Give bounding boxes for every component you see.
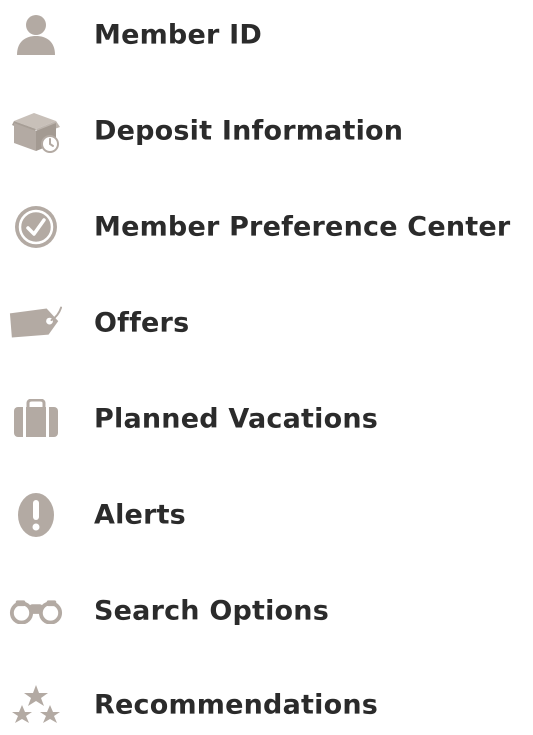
account-menu: Member ID Deposit Information Member Pre xyxy=(0,0,533,723)
menu-item-recommendations[interactable]: Recommendations xyxy=(0,675,533,735)
menu-item-label: Offers xyxy=(94,307,190,339)
menu-item-offers[interactable]: Offers xyxy=(0,293,533,353)
exclamation-icon xyxy=(8,491,64,539)
person-icon xyxy=(8,11,64,59)
menu-item-label: Planned Vacations xyxy=(94,403,379,435)
menu-item-label: Deposit Information xyxy=(94,115,404,147)
menu-item-deposit-information[interactable]: Deposit Information xyxy=(0,101,533,161)
suitcase-icon xyxy=(8,395,64,443)
menu-item-alerts[interactable]: Alerts xyxy=(0,485,533,545)
menu-item-planned-vacations[interactable]: Planned Vacations xyxy=(0,389,533,449)
menu-item-label: Member Preference Center xyxy=(94,211,511,243)
menu-item-member-id[interactable]: Member ID xyxy=(0,5,533,65)
tag-icon xyxy=(8,299,64,347)
menu-item-label: Member ID xyxy=(94,19,262,51)
deposit-box-icon xyxy=(8,107,64,155)
menu-item-label: Recommendations xyxy=(94,689,379,721)
binoculars-icon xyxy=(8,587,64,635)
menu-item-search-options[interactable]: Search Options xyxy=(0,581,533,641)
menu-item-member-preference-center[interactable]: Member Preference Center xyxy=(0,197,533,257)
menu-item-label: Alerts xyxy=(94,499,186,531)
check-circle-icon xyxy=(8,203,64,251)
menu-item-label: Search Options xyxy=(94,595,330,627)
